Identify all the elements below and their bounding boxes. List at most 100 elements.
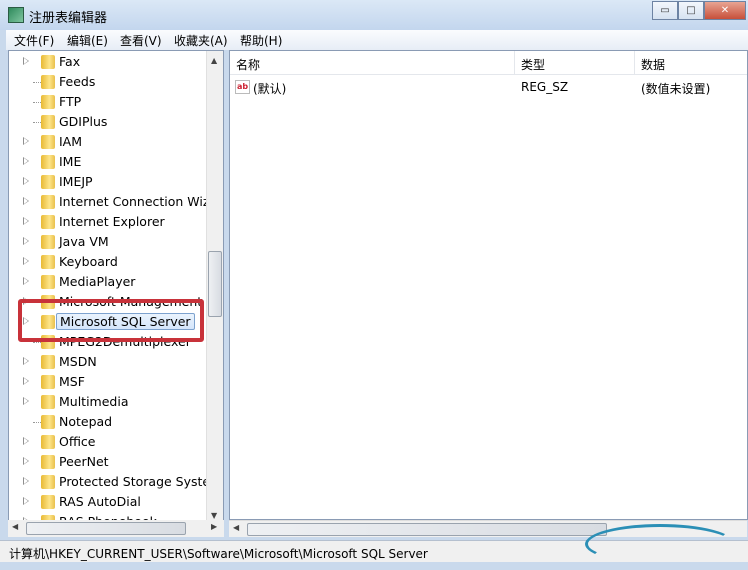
tree-item-label: FTP bbox=[59, 94, 82, 109]
tree-item-label: Java VM bbox=[59, 234, 109, 249]
tree-horizontal-scrollbar[interactable]: ◀ ▶ bbox=[8, 520, 224, 537]
tree-item-label: Notepad bbox=[59, 414, 113, 429]
scroll-down-icon[interactable]: ▼ bbox=[211, 511, 217, 520]
column-data[interactable]: 数据 bbox=[641, 56, 665, 73]
menu-edit[interactable]: 编辑(E) bbox=[67, 32, 108, 49]
tree-item[interactable]: RAS AutoDial bbox=[9, 492, 209, 512]
folder-icon bbox=[41, 195, 55, 209]
tree-item[interactable]: PeerNet bbox=[9, 452, 209, 472]
folder-icon bbox=[41, 475, 55, 489]
tree-item-label: Feeds bbox=[59, 74, 96, 89]
column-type[interactable]: 类型 bbox=[521, 56, 545, 73]
tree-item-label: MSDN bbox=[59, 354, 97, 369]
menu-view[interactable]: 查看(V) bbox=[120, 32, 162, 49]
regedit-app-icon bbox=[8, 7, 24, 23]
scroll-thumb[interactable] bbox=[26, 522, 186, 535]
tree-item-label: GDIPlus bbox=[59, 114, 108, 129]
tree-item[interactable]: Internet Explorer bbox=[9, 212, 209, 232]
tree-item-label: IMEJP bbox=[59, 174, 93, 189]
tree-item-label: IAM bbox=[59, 134, 83, 149]
tree-connector bbox=[33, 82, 41, 83]
tree-item[interactable]: IMEJP bbox=[9, 172, 209, 192]
folder-icon bbox=[41, 395, 55, 409]
tree-item[interactable]: Keyboard bbox=[9, 252, 209, 272]
tree-item[interactable]: IME bbox=[9, 152, 209, 172]
column-name[interactable]: 名称 bbox=[236, 56, 260, 73]
tree-item-label: Multimedia bbox=[59, 394, 129, 409]
expand-arrow-icon[interactable] bbox=[23, 157, 29, 165]
expand-arrow-icon[interactable] bbox=[23, 137, 29, 145]
expand-arrow-icon[interactable] bbox=[23, 477, 29, 485]
tree-item[interactable]: Internet Connection Wiza bbox=[9, 192, 217, 212]
tree-item[interactable]: Multimedia bbox=[9, 392, 209, 412]
scroll-left-icon[interactable]: ◀ bbox=[233, 523, 239, 532]
tree-item[interactable]: MSDN bbox=[9, 352, 209, 372]
tree-item-label: Protected Storage Syster bbox=[59, 474, 216, 489]
folder-icon bbox=[41, 455, 55, 469]
annotation-highlight-box bbox=[18, 299, 204, 342]
tree-item[interactable]: Office bbox=[9, 432, 209, 452]
expand-arrow-icon[interactable] bbox=[23, 257, 29, 265]
expand-arrow-icon[interactable] bbox=[23, 457, 29, 465]
tree-connector bbox=[33, 122, 41, 123]
tree-vertical-scrollbar[interactable]: ▲ ▼ bbox=[206, 51, 223, 527]
expand-arrow-icon[interactable] bbox=[23, 197, 29, 205]
menu-favorites[interactable]: 收藏夹(A) bbox=[174, 32, 228, 49]
folder-icon bbox=[41, 275, 55, 289]
tree-item-label: Internet Explorer bbox=[59, 214, 165, 229]
expand-arrow-icon[interactable] bbox=[23, 217, 29, 225]
folder-icon bbox=[41, 115, 55, 129]
scroll-thumb[interactable] bbox=[208, 251, 222, 317]
tree-item[interactable]: Fax bbox=[9, 52, 209, 72]
string-value-icon: ab bbox=[235, 80, 250, 94]
expand-arrow-icon[interactable] bbox=[23, 437, 29, 445]
menu-help[interactable]: 帮助(H) bbox=[240, 32, 282, 49]
value-data: (数值未设置) bbox=[641, 82, 711, 96]
registry-key-tree[interactable]: Fax Feeds FTP GDIPlus IAM IME IMEJP Internet Co… bbox=[8, 50, 224, 528]
folder-icon bbox=[41, 355, 55, 369]
list-header: 名称 类型 数据 bbox=[230, 51, 747, 75]
folder-icon bbox=[41, 375, 55, 389]
minimize-button[interactable]: ▭ bbox=[652, 1, 678, 20]
value-name: (默认) bbox=[253, 82, 287, 96]
expand-arrow-icon[interactable] bbox=[23, 237, 29, 245]
scroll-left-icon[interactable]: ◀ bbox=[12, 522, 18, 531]
tree-connector bbox=[33, 342, 41, 343]
tree-connector bbox=[33, 102, 41, 103]
folder-icon bbox=[41, 435, 55, 449]
tree-item[interactable]: MediaPlayer bbox=[9, 272, 209, 292]
folder-icon bbox=[41, 75, 55, 89]
expand-arrow-icon[interactable] bbox=[23, 57, 29, 65]
tree-item[interactable]: Java VM bbox=[9, 232, 209, 252]
folder-icon bbox=[41, 175, 55, 189]
tree-item-label: Internet Connection Wiza bbox=[59, 194, 218, 209]
expand-arrow-icon[interactable] bbox=[23, 357, 29, 365]
expand-arrow-icon[interactable] bbox=[23, 497, 29, 505]
maximize-button[interactable]: □ bbox=[678, 1, 704, 20]
tree-item[interactable]: MSF bbox=[9, 372, 209, 392]
registry-value-list[interactable]: 名称 类型 数据 ab (默认) REG_SZ (数值未设置) bbox=[229, 50, 748, 520]
close-button[interactable]: ✕ bbox=[704, 1, 746, 20]
tree-item[interactable]: Notepad bbox=[9, 412, 209, 432]
menu-file[interactable]: 文件(F) bbox=[14, 32, 54, 49]
expand-arrow-icon[interactable] bbox=[23, 377, 29, 385]
tree-item[interactable]: IAM bbox=[9, 132, 209, 152]
folder-icon bbox=[41, 135, 55, 149]
scroll-thumb[interactable] bbox=[247, 523, 607, 536]
folder-icon bbox=[41, 215, 55, 229]
folder-icon bbox=[41, 155, 55, 169]
expand-arrow-icon[interactable] bbox=[23, 277, 29, 285]
expand-arrow-icon[interactable] bbox=[23, 177, 29, 185]
value-type: REG_SZ bbox=[521, 80, 569, 94]
tree-connector bbox=[33, 422, 41, 423]
folder-icon bbox=[41, 95, 55, 109]
folder-icon bbox=[41, 415, 55, 429]
tree-item[interactable]: FTP bbox=[9, 92, 209, 112]
scroll-up-icon[interactable]: ▲ bbox=[211, 56, 217, 65]
scroll-right-icon[interactable]: ▶ bbox=[211, 522, 217, 531]
tree-item[interactable]: GDIPlus bbox=[9, 112, 209, 132]
folder-icon bbox=[41, 255, 55, 269]
tree-item[interactable]: Feeds bbox=[9, 72, 209, 92]
tree-item[interactable]: Protected Storage Syster bbox=[9, 472, 215, 492]
expand-arrow-icon[interactable] bbox=[23, 397, 29, 405]
